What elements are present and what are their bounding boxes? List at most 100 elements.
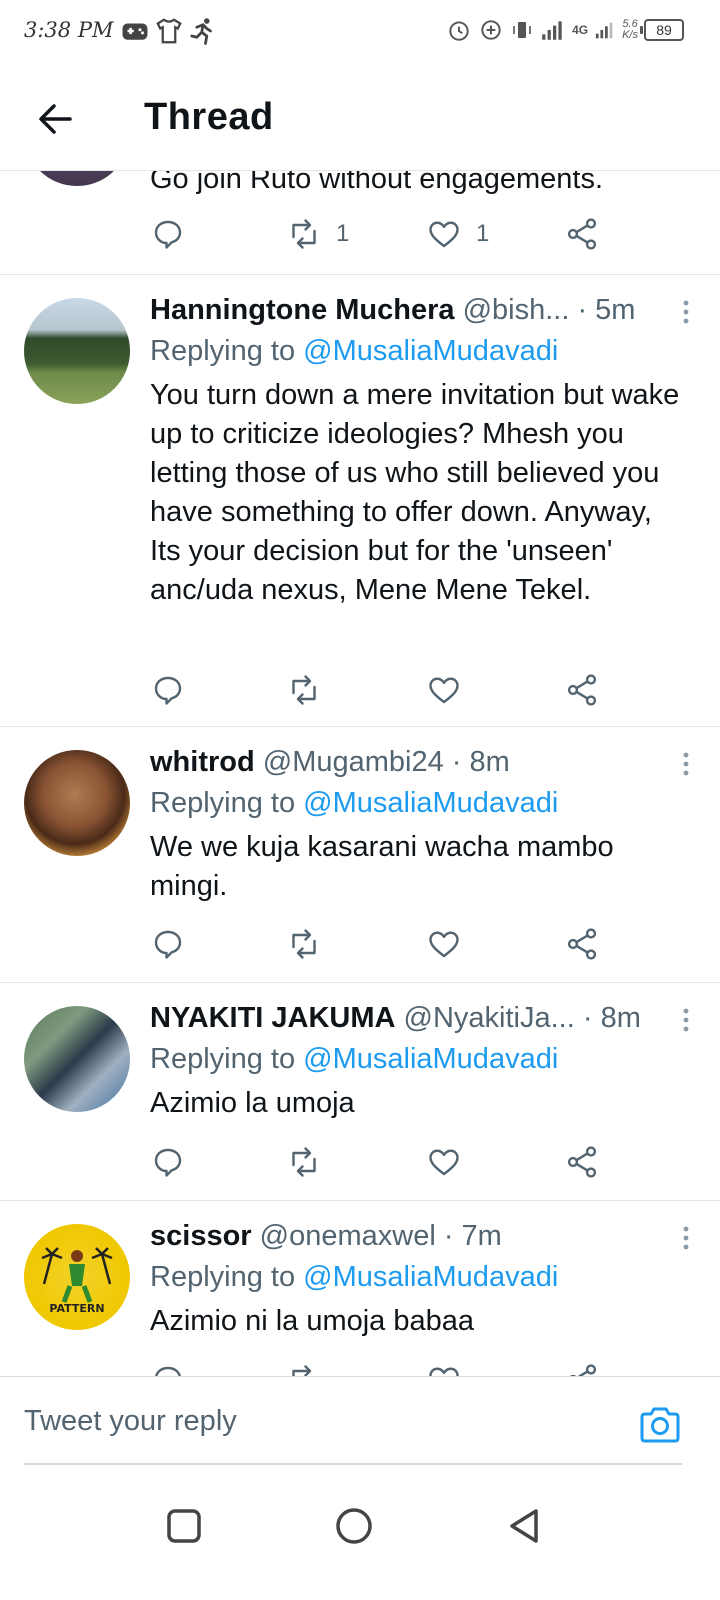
author-name[interactable]: scissor — [150, 1220, 252, 1252]
retweet-button[interactable] — [286, 1360, 322, 1376]
back-triangle-icon[interactable] — [502, 1504, 546, 1548]
like-button[interactable]: 1 — [426, 214, 489, 254]
tweet[interactable]: PATTERN scissor @onemaxwel · 7m Replying… — [0, 1200, 720, 1376]
more-options-icon[interactable] — [680, 1224, 692, 1252]
share-icon — [567, 928, 597, 960]
tweet-time: 8m — [469, 746, 510, 778]
tweet-time: 7m — [461, 1220, 502, 1252]
reply-input[interactable]: Tweet your reply — [24, 1405, 237, 1438]
replying-to-link[interactable]: @MusaliaMudavadi — [303, 1261, 558, 1293]
more-options-icon[interactable] — [680, 1006, 692, 1034]
reply-button[interactable] — [150, 670, 186, 710]
reply-button[interactable] — [150, 214, 186, 254]
retweet-button[interactable] — [286, 670, 322, 710]
like-button[interactable] — [426, 1360, 462, 1376]
retweet-icon — [292, 929, 316, 959]
tweet-partial[interactable]: Go join Ruto without engagements. 1 1 — [0, 170, 720, 275]
retweet-icon — [292, 1365, 316, 1376]
share-button[interactable] — [564, 214, 600, 254]
share-icon — [567, 674, 597, 706]
author-handle: @bish... — [462, 294, 570, 326]
heart-icon — [429, 931, 459, 958]
net-speed: 5.6 K/s — [622, 18, 638, 41]
thread-feed[interactable]: Go join Ruto without engagements. 1 1 Ha… — [0, 170, 720, 1376]
retweet-icon — [292, 675, 316, 705]
reply-composer: Tweet your reply — [0, 1376, 720, 1467]
retweet-count: 1 — [336, 220, 350, 247]
tweet-actions: 1 1 — [150, 214, 620, 254]
signal-icon-2 — [595, 22, 613, 39]
battery-icon: 89 — [640, 19, 684, 41]
reply-button[interactable] — [150, 1142, 186, 1182]
vibrate-icon — [513, 22, 531, 38]
tweet[interactable]: Hanningtone Muchera @bish... · 5m Replyi… — [0, 274, 720, 727]
author-handle: @onemaxwel — [259, 1220, 436, 1252]
tweet-time: 8m — [600, 1002, 641, 1034]
retweet-button[interactable] — [286, 1142, 322, 1182]
avatar[interactable] — [24, 750, 130, 856]
share-button[interactable] — [564, 1142, 600, 1182]
tweet-time: 5m — [595, 294, 636, 326]
author-name[interactable]: NYAKITI JAKUMA — [150, 1002, 395, 1034]
gamepad-icon — [122, 23, 148, 40]
tweet-text: Azimio la umoja — [150, 1087, 355, 1119]
tweet-actions — [150, 1142, 620, 1182]
tweet-text: Azimio ni la umoja babaa — [150, 1305, 475, 1337]
avatar[interactable] — [24, 298, 130, 404]
replying-to-link[interactable]: @MusaliaMudavadi — [303, 335, 558, 367]
tweet[interactable]: whitrod @Mugambi24 · 8m Replying to @Mus… — [0, 726, 720, 983]
like-button[interactable] — [426, 670, 462, 710]
share-button[interactable] — [564, 1360, 600, 1376]
heart-icon — [429, 677, 459, 704]
retweet-button[interactable]: 1 — [286, 214, 349, 254]
pattern-logo-icon: PATTERN — [41, 1247, 113, 1315]
recents-square-icon[interactable] — [162, 1504, 206, 1548]
like-button[interactable] — [426, 924, 462, 964]
like-button[interactable] — [426, 1142, 462, 1182]
avatar[interactable] — [24, 1006, 130, 1112]
tweet-text: We we kuja kasarani wacha mambo mingi. — [150, 831, 614, 902]
tweet-text: Go join Ruto without engagements. — [150, 170, 603, 195]
home-circle-icon[interactable] — [332, 1504, 376, 1548]
tweet[interactable]: NYAKITI JAKUMA @NyakitiJa... · 8m Replyi… — [0, 982, 720, 1201]
heart-icon — [429, 1367, 459, 1376]
reply-button[interactable] — [150, 924, 186, 964]
more-options-icon[interactable] — [680, 298, 692, 326]
retweet-icon — [292, 1147, 316, 1177]
share-icon — [567, 1146, 597, 1178]
avatar[interactable]: PATTERN — [24, 1224, 130, 1330]
status-bar: 3:38 PM 4G 5.6 K/s 89 — [0, 0, 720, 64]
back-arrow-icon[interactable] — [30, 94, 80, 144]
reply-input-underline — [24, 1463, 682, 1465]
author-name[interactable]: Hanningtone Muchera — [150, 294, 455, 326]
retweet-button[interactable] — [286, 924, 322, 964]
reply-icon — [154, 676, 182, 705]
author-handle: @NyakitiJa... — [403, 1002, 575, 1034]
tweet-text: You turn down a mere invitation but wake… — [150, 379, 680, 606]
svg-text:PATTERN: PATTERN — [49, 1302, 104, 1315]
reply-icon — [154, 220, 182, 249]
tweet-actions — [150, 924, 620, 964]
retweet-icon — [292, 219, 316, 249]
replying-to-link[interactable]: @MusaliaMudavadi — [303, 787, 558, 819]
more-options-icon[interactable] — [680, 750, 692, 778]
share-icon — [567, 218, 597, 250]
camera-icon[interactable] — [638, 1405, 682, 1445]
tweet-actions — [150, 670, 620, 710]
network-type: 4G — [572, 22, 589, 37]
avatar[interactable] — [24, 170, 130, 186]
signal-icon — [542, 21, 562, 40]
replying-to-link[interactable]: @MusaliaMudavadi — [303, 1043, 558, 1075]
running-icon — [190, 18, 212, 45]
reply-icon — [155, 1366, 181, 1376]
heart-icon — [429, 1149, 459, 1176]
data-saver-icon — [481, 20, 501, 40]
like-count: 1 — [476, 220, 490, 247]
reply-icon — [154, 1148, 182, 1177]
reply-button[interactable] — [150, 1360, 186, 1376]
share-button[interactable] — [564, 670, 600, 710]
author-name[interactable]: whitrod — [150, 746, 255, 778]
tshirt-icon — [156, 18, 182, 44]
heart-icon — [429, 221, 459, 248]
share-button[interactable] — [564, 924, 600, 964]
